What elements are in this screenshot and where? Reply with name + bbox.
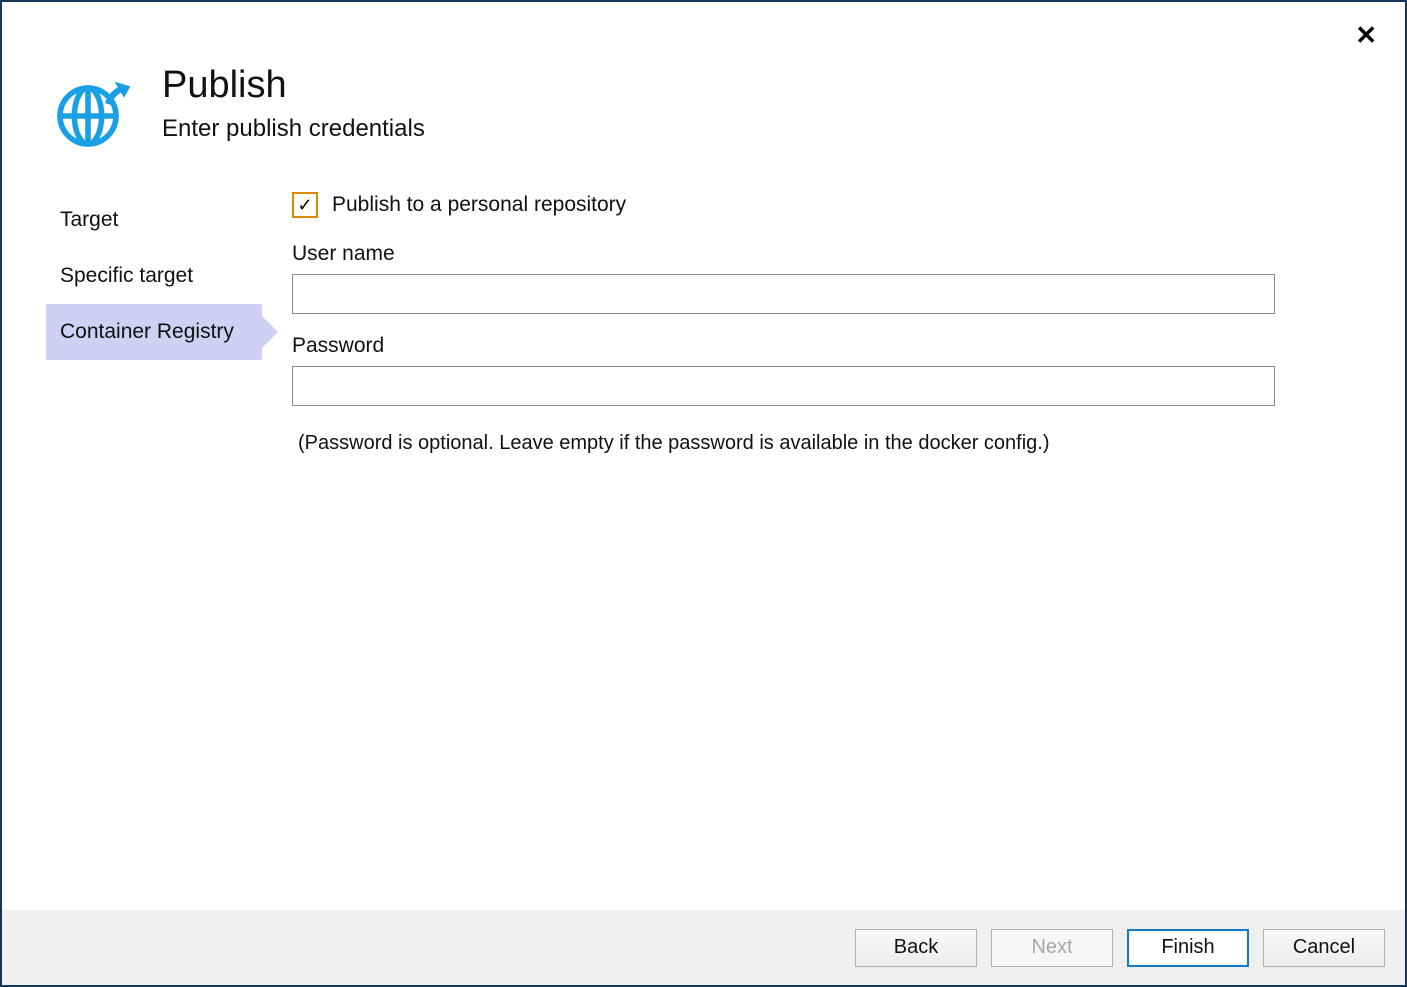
checkmark-icon: ✓ [297,196,312,214]
personal-repo-checkbox[interactable]: ✓ [292,192,318,218]
next-button: Next [991,929,1113,967]
password-label: Password [292,334,1275,358]
finish-button[interactable]: Finish [1127,929,1249,967]
wizard-sidebar: Target Specific target Container Registr… [46,192,262,455]
cancel-button[interactable]: Cancel [1263,929,1385,967]
close-icon[interactable]: ✕ [1355,22,1377,48]
username-input[interactable] [292,274,1275,314]
globe-publish-icon [52,72,132,152]
sidebar-item-container-registry[interactable]: Container Registry [46,304,262,360]
sidebar-item-label: Target [60,208,118,231]
sidebar-item-target[interactable]: Target [46,192,262,248]
footer-bar: Back Next Finish Cancel [2,910,1405,985]
form-area: ✓ Publish to a personal repository User … [262,192,1405,455]
sidebar-item-label: Container Registry [60,320,234,343]
page-subtitle: Enter publish credentials [162,115,425,143]
username-label: User name [292,242,1275,266]
back-button[interactable]: Back [855,929,977,967]
header: Publish Enter publish credentials [2,2,1405,192]
personal-repo-checkbox-label: Publish to a personal repository [332,193,626,217]
sidebar-item-specific-target[interactable]: Specific target [46,248,262,304]
page-title: Publish [162,64,425,107]
sidebar-item-label: Specific target [60,264,193,287]
password-input[interactable] [292,366,1275,406]
password-hint: (Password is optional. Leave empty if th… [292,432,1275,455]
